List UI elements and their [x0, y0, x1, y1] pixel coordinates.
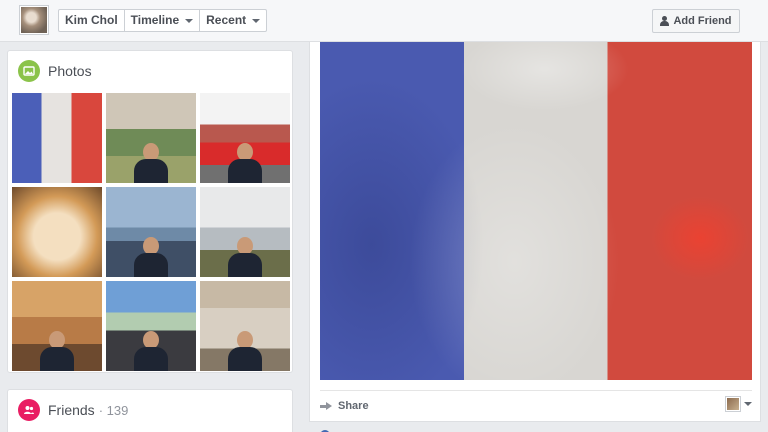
- photo-thumbnail[interactable]: [12, 187, 102, 277]
- chevron-down-icon: [744, 402, 752, 406]
- chevron-down-icon: [185, 18, 194, 23]
- share-label: Share: [338, 400, 369, 412]
- timeline-dropdown[interactable]: Timeline: [125, 10, 201, 31]
- photos-icon: [18, 60, 40, 82]
- person-figure: [228, 143, 262, 183]
- post-as-selector[interactable]: [726, 397, 752, 411]
- photos-title: Photos: [48, 63, 92, 79]
- avatar: [726, 397, 740, 411]
- photo-thumbnail[interactable]: [106, 281, 196, 371]
- photo-thumbnail[interactable]: [106, 187, 196, 277]
- profile-avatar[interactable]: [20, 6, 48, 34]
- friends-count: · 139: [98, 402, 129, 418]
- profile-name-button[interactable]: Kim Chol: [59, 10, 125, 31]
- recent-label: Recent: [206, 13, 247, 27]
- image-detail-overlay: [320, 42, 752, 380]
- share-button[interactable]: Share: [320, 400, 369, 412]
- timeline-label: Timeline: [130, 13, 180, 27]
- add-friend-label: Add Friend: [673, 15, 732, 27]
- photo-thumbnail[interactable]: [200, 93, 290, 183]
- person-figure: [40, 331, 74, 371]
- post-card: Share: [309, 42, 761, 432]
- friends-header[interactable]: Friends · 139: [18, 399, 128, 421]
- photo-thumbnail[interactable]: [200, 281, 290, 371]
- chevron-down-icon: [252, 18, 261, 23]
- profile-picture-post-image[interactable]: [320, 42, 752, 380]
- photos-card: Photos: [7, 50, 293, 373]
- photo-grid: [12, 93, 292, 371]
- person-figure: [228, 331, 262, 371]
- person-figure: [228, 237, 262, 277]
- friends-title: Friends: [48, 402, 95, 418]
- photo-thumbnail[interactable]: [200, 187, 290, 277]
- share-arrow-icon: [320, 401, 332, 411]
- photo-thumbnail[interactable]: [106, 93, 196, 183]
- recent-dropdown[interactable]: Recent: [200, 10, 266, 31]
- timeline-header-bar: Kim Chol Timeline Recent Add Friend: [0, 0, 768, 42]
- friends-card: Friends · 139: [7, 389, 293, 432]
- post-actions-bar: Share: [320, 390, 752, 420]
- profile-name-label: Kim Chol: [65, 13, 118, 27]
- photo-thumbnail[interactable]: [12, 93, 102, 183]
- person-figure: [134, 237, 168, 277]
- person-figure: [134, 143, 168, 183]
- timeline-nav: Kim Chol Timeline Recent: [58, 9, 268, 32]
- person-figure: [134, 331, 168, 371]
- friends-icon: [18, 399, 40, 421]
- add-friend-button[interactable]: Add Friend: [652, 9, 740, 33]
- photos-header[interactable]: Photos: [18, 60, 92, 82]
- photo-thumbnail[interactable]: [12, 281, 102, 371]
- add-friend-icon: [660, 16, 670, 26]
